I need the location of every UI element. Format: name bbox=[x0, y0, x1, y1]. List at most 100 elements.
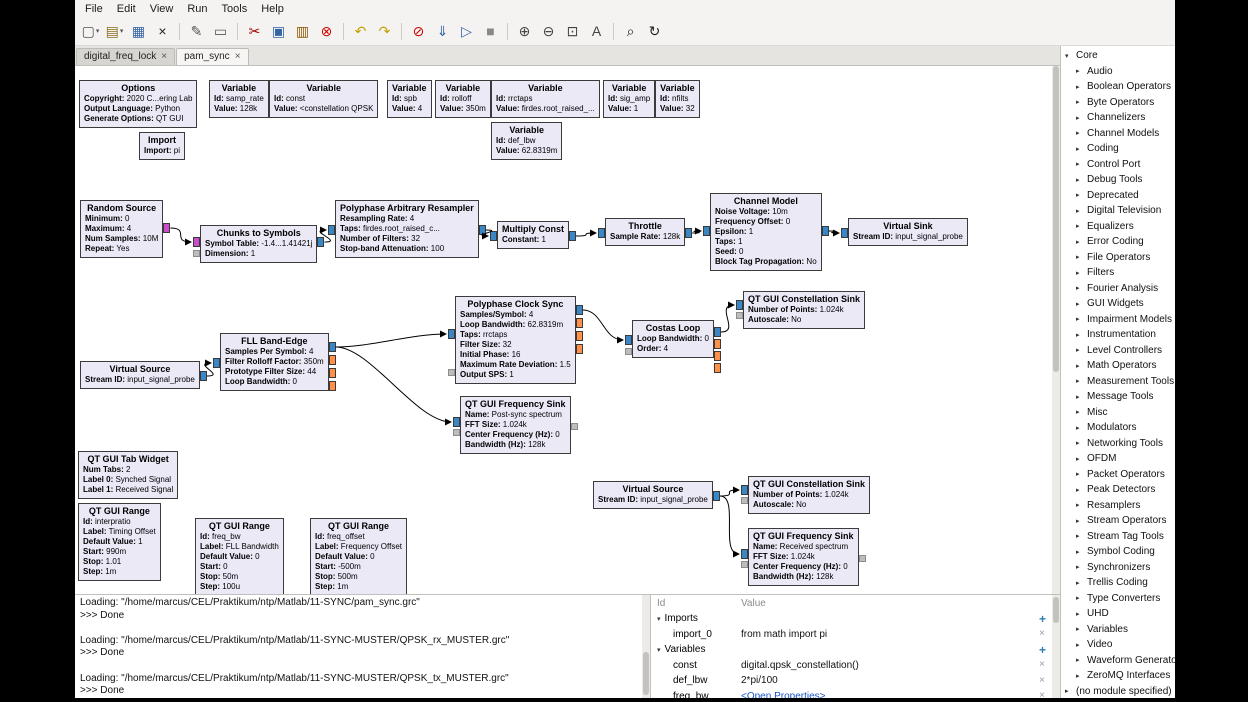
tab-pam-sync[interactable]: pam_sync× bbox=[176, 48, 248, 65]
port-poly_resampler-out0[interactable] bbox=[479, 225, 486, 235]
tab-close-icon[interactable]: × bbox=[235, 52, 241, 62]
library-item-symbol-coding[interactable]: ▸Symbol Coding bbox=[1061, 544, 1175, 560]
port-freq_sink_1-in0[interactable] bbox=[453, 417, 460, 427]
library-item-error-coding[interactable]: ▸Error Coding bbox=[1061, 234, 1175, 250]
flowgraph-canvas[interactable]: OptionsCopyright: 2020 C...ering LabOutp… bbox=[75, 66, 1052, 594]
zoom-in-button[interactable]: ⊕ bbox=[513, 20, 536, 43]
connection[interactable] bbox=[720, 490, 739, 496]
library-item-math-operators[interactable]: ▸Math Operators bbox=[1061, 358, 1175, 374]
port-poly_resampler-in0[interactable] bbox=[328, 225, 335, 235]
new-file-button[interactable]: ▢▾ bbox=[79, 20, 102, 43]
library-item-resamplers[interactable]: ▸Resamplers bbox=[1061, 498, 1175, 514]
port-channel_model-in0[interactable] bbox=[703, 226, 710, 236]
connection[interactable] bbox=[583, 310, 623, 340]
library-item-misc[interactable]: ▸Misc bbox=[1061, 405, 1175, 421]
paste-button[interactable]: ▥ bbox=[291, 20, 314, 43]
library-item-debug-tools[interactable]: ▸Debug Tools bbox=[1061, 172, 1175, 188]
port-multiply_const-in0[interactable] bbox=[490, 231, 497, 241]
port-const_sink_2-in1[interactable] bbox=[741, 497, 748, 504]
connection[interactable] bbox=[720, 496, 739, 554]
block-virtual_sink[interactable]: Virtual SinkStream ID: input_signal_prob… bbox=[848, 218, 968, 246]
row-value[interactable]: <Open Properties> bbox=[741, 691, 1032, 698]
scrollbar-thumb[interactable] bbox=[1053, 66, 1059, 372]
library-item-file-operators[interactable]: ▸File Operators bbox=[1061, 250, 1175, 266]
block-var_rrctaps[interactable]: VariableId: rrctapsValue: firdes.root_ra… bbox=[491, 80, 600, 118]
block-random_source[interactable]: Random SourceMinimum: 0Maximum: 4Num Sam… bbox=[80, 200, 163, 258]
copy-button[interactable]: ▣ bbox=[267, 20, 290, 43]
library-item-modulators[interactable]: ▸Modulators bbox=[1061, 420, 1175, 436]
expander-icon[interactable]: ▾ bbox=[657, 646, 661, 654]
block-const_sink_2[interactable]: QT GUI Constellation SinkNumber of Point… bbox=[748, 476, 870, 514]
library-item-stream-operators[interactable]: ▸Stream Operators bbox=[1061, 513, 1175, 529]
port-poly_clock_sync-out0[interactable] bbox=[576, 305, 583, 315]
generate-flowgraph-button[interactable]: ⇓ bbox=[431, 20, 454, 43]
block-var_spb[interactable]: VariableId: spbValue: 4 bbox=[387, 80, 432, 118]
port-channel_model-out0[interactable] bbox=[822, 226, 829, 236]
port-chunks_to_symbols-msg0[interactable] bbox=[193, 250, 200, 257]
library-item-measurement-tools[interactable]: ▸Measurement Tools bbox=[1061, 374, 1175, 390]
port-virtual_source-out0[interactable] bbox=[200, 371, 207, 381]
library-item-digital-television[interactable]: ▸Digital Television bbox=[1061, 203, 1175, 219]
connection[interactable] bbox=[576, 233, 596, 236]
undo-button[interactable]: ↶ bbox=[349, 20, 372, 43]
port-fll_band_edge-out2[interactable] bbox=[329, 368, 336, 378]
block-range_freq_offset[interactable]: QT GUI RangeId: freq_offsetLabel: Freque… bbox=[310, 518, 407, 594]
flowgraph-screenshot-button[interactable]: ▭ bbox=[209, 20, 232, 43]
library-item-audio[interactable]: ▸Audio bbox=[1061, 64, 1175, 80]
block-tab_widget[interactable]: QT GUI Tab WidgetNum Tabs: 2Label 0: Syn… bbox=[78, 451, 178, 499]
library-item-variables[interactable]: ▸Variables bbox=[1061, 622, 1175, 638]
toggle-ids-button[interactable]: A bbox=[585, 20, 608, 43]
save-file-button[interactable]: ▦ bbox=[127, 20, 150, 43]
library-item-filters[interactable]: ▸Filters bbox=[1061, 265, 1175, 281]
library-item-synchronizers[interactable]: ▸Synchronizers bbox=[1061, 560, 1175, 576]
port-const_sink_1-in1[interactable] bbox=[736, 312, 743, 319]
port-freq_sink_1-msg0[interactable] bbox=[571, 423, 578, 430]
connection[interactable] bbox=[336, 334, 446, 347]
port-virtual_source_2-out0[interactable] bbox=[713, 491, 720, 501]
library-item-peak-detectors[interactable]: ▸Peak Detectors bbox=[1061, 482, 1175, 498]
library-item-message-tools[interactable]: ▸Message Tools bbox=[1061, 389, 1175, 405]
connection[interactable] bbox=[829, 231, 839, 233]
block-var_samp_rate[interactable]: VariableId: samp_rateValue: 128k bbox=[209, 80, 269, 118]
library-item-packet-operators[interactable]: ▸Packet Operators bbox=[1061, 467, 1175, 483]
port-costas_loop-in0[interactable] bbox=[625, 335, 632, 345]
library-item-waveform-generators[interactable]: ▸Waveform Generators bbox=[1061, 653, 1175, 669]
block-multiply_const[interactable]: Multiply ConstConstant: 1 bbox=[497, 221, 569, 249]
port-freq_sink_2-in1[interactable] bbox=[741, 561, 748, 568]
library-item-coding[interactable]: ▸Coding bbox=[1061, 141, 1175, 157]
block-freq_sink_1[interactable]: QT GUI Frequency SinkName: Post-sync spe… bbox=[460, 396, 571, 454]
block-range_freq_bw[interactable]: QT GUI RangeId: freq_bwLabel: FLL Bandwi… bbox=[195, 518, 284, 594]
menu-run[interactable]: Run bbox=[180, 3, 214, 15]
remove-button[interactable]: × bbox=[1032, 676, 1052, 686]
port-fll_band_edge-out0[interactable] bbox=[329, 342, 336, 352]
remove-button[interactable]: × bbox=[1032, 629, 1052, 639]
cut-button[interactable]: ✂ bbox=[243, 20, 266, 43]
zoom-fit-button[interactable]: ⊡ bbox=[561, 20, 584, 43]
block-const_sink_1[interactable]: QT GUI Constellation SinkNumber of Point… bbox=[743, 291, 865, 329]
port-costas_loop-out3[interactable] bbox=[714, 363, 721, 373]
delete-button[interactable]: ⊗ bbox=[315, 20, 338, 43]
varpanel-row-def-lbw[interactable]: def_lbw2*pi/100× bbox=[651, 673, 1052, 689]
menu-tools[interactable]: Tools bbox=[215, 3, 255, 15]
port-freq_sink_2-msg0[interactable] bbox=[859, 555, 866, 562]
view-errors-button[interactable]: ⊘ bbox=[407, 20, 430, 43]
block-channel_model[interactable]: Channel ModelNoise Voltage: 10mFrequency… bbox=[710, 193, 822, 271]
open-file-button[interactable]: ▤▾ bbox=[103, 20, 126, 43]
block-virtual_source_2[interactable]: Virtual SourceStream ID: input_signal_pr… bbox=[593, 481, 713, 509]
block-throttle[interactable]: ThrottleSample Rate: 128k bbox=[605, 218, 685, 246]
port-throttle-in0[interactable] bbox=[598, 228, 605, 238]
block-var_rolloff[interactable]: VariableId: rolloffValue: 350m bbox=[435, 80, 491, 118]
scrollbar-thumb[interactable] bbox=[643, 652, 649, 695]
flowgraph-properties-button[interactable]: ✎ bbox=[185, 20, 208, 43]
library-item-fourier-analysis[interactable]: ▸Fourier Analysis bbox=[1061, 281, 1175, 297]
port-costas_loop-out2[interactable] bbox=[714, 351, 721, 361]
library-item-gui-widgets[interactable]: ▸GUI Widgets bbox=[1061, 296, 1175, 312]
varpanel-row-const[interactable]: constdigital.qpsk_constellation()× bbox=[651, 658, 1052, 674]
port-fll_band_edge-out3[interactable] bbox=[329, 381, 336, 391]
port-costas_loop-in1[interactable] bbox=[625, 348, 632, 355]
port-chunks_to_symbols-in0[interactable] bbox=[193, 237, 200, 247]
library-item-equalizers[interactable]: ▸Equalizers bbox=[1061, 219, 1175, 235]
expander-icon[interactable]: ▾ bbox=[657, 615, 661, 623]
port-poly_clock_sync-in0[interactable] bbox=[448, 329, 455, 339]
scrollbar-thumb[interactable] bbox=[1053, 597, 1059, 623]
